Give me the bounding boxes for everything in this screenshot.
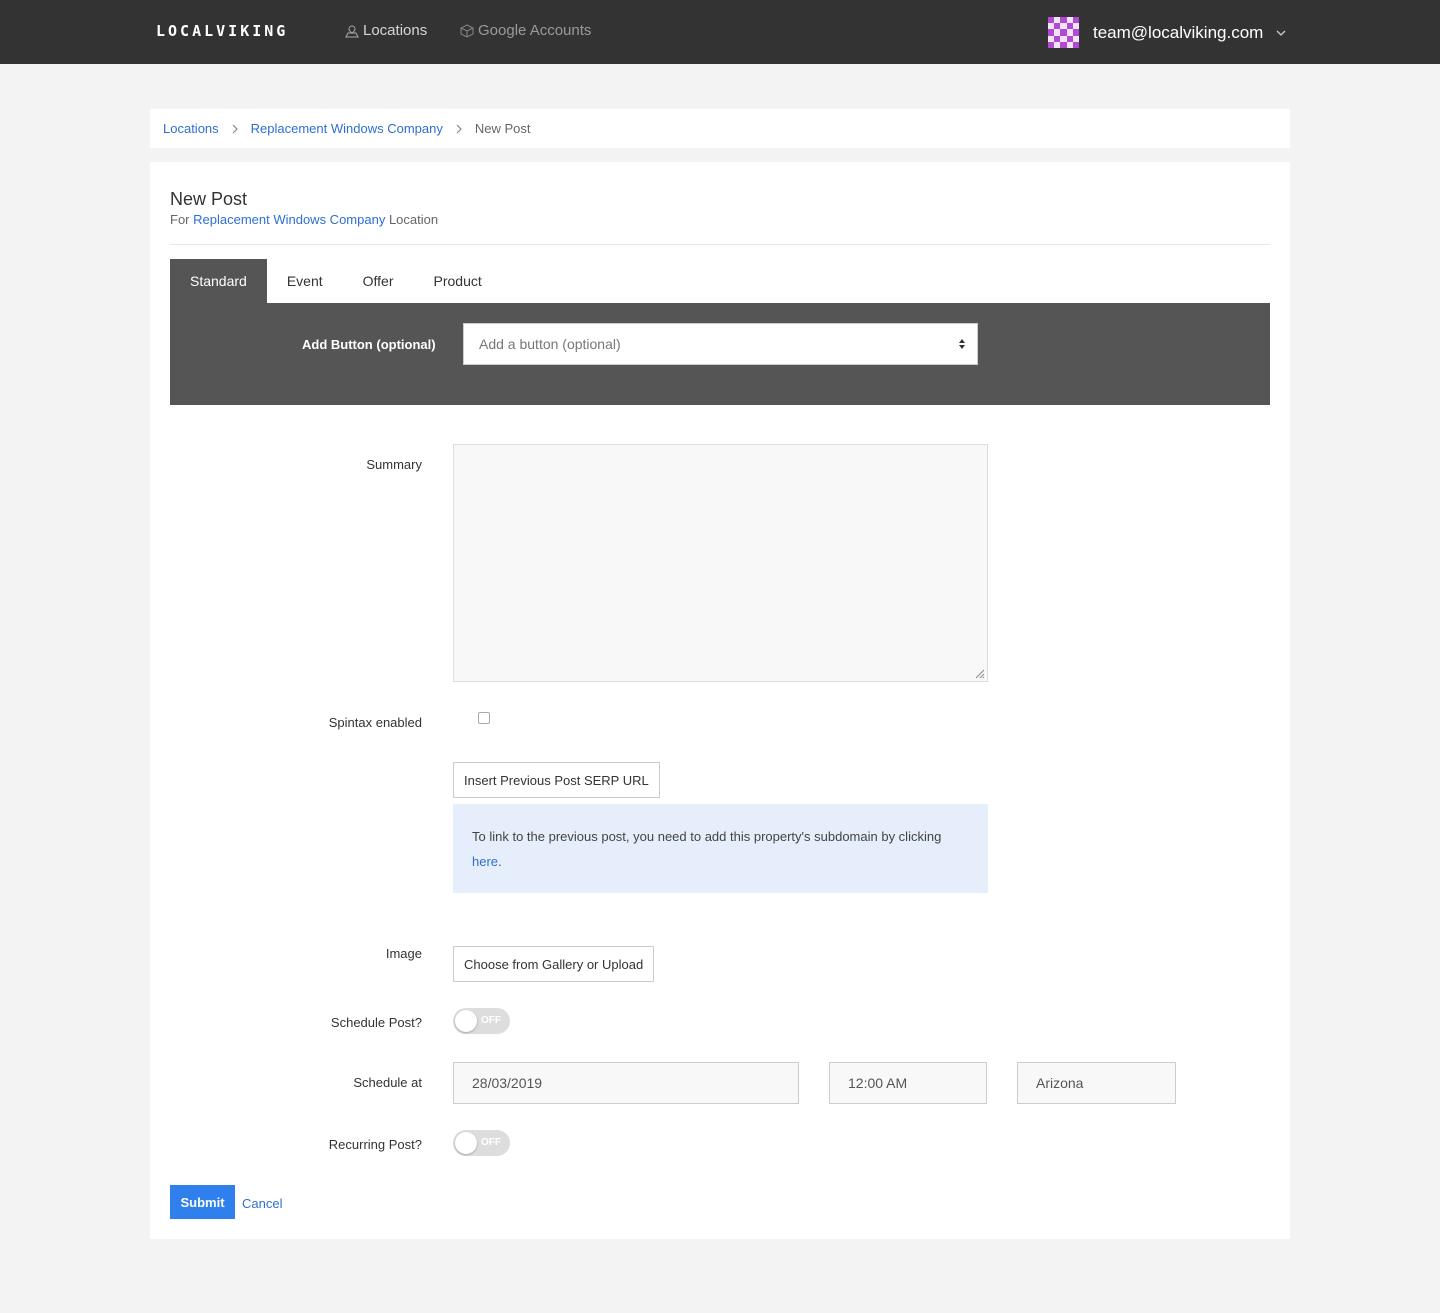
schedule-date-input[interactable]: 28/03/2019 bbox=[453, 1062, 799, 1104]
schedule-timezone-input[interactable]: Arizona bbox=[1017, 1062, 1176, 1104]
tab-offer[interactable]: Offer bbox=[343, 259, 414, 303]
schedule-toggle-text: OFF bbox=[481, 1015, 501, 1026]
choose-gallery-button[interactable]: Choose from Gallery or Upload bbox=[453, 946, 655, 982]
tab-event[interactable]: Event bbox=[267, 259, 343, 303]
recurring-post-toggle[interactable]: OFF bbox=[453, 1130, 510, 1156]
summary-label: Summary bbox=[366, 457, 422, 472]
toggle-knob bbox=[455, 1010, 477, 1032]
new-post-card: New Post For Replacement Windows Company… bbox=[150, 162, 1290, 1239]
location-link[interactable]: Replacement Windows Company bbox=[193, 212, 385, 227]
chevron-down-icon[interactable] bbox=[1275, 27, 1287, 39]
recurring-toggle-text: OFF bbox=[481, 1137, 501, 1148]
page-title: New Post bbox=[170, 189, 248, 209]
cube-icon bbox=[460, 23, 474, 38]
divider bbox=[170, 244, 1270, 245]
summary-textarea[interactable] bbox=[453, 444, 988, 682]
chevron-right-icon bbox=[232, 124, 238, 133]
add-button-label: Add Button (optional) bbox=[302, 337, 436, 352]
insert-serp-url-button[interactable]: Insert Previous Post SERP URL bbox=[453, 762, 660, 798]
nav-locations-link[interactable]: Locations bbox=[345, 22, 427, 39]
subtitle-suffix: Location bbox=[388, 212, 439, 227]
info-text: To link to the previous post, you need t… bbox=[472, 829, 942, 844]
breadcrumb-locations[interactable]: Locations bbox=[163, 121, 219, 136]
tab-product[interactable]: Product bbox=[414, 259, 502, 303]
nav-locations-label: Locations bbox=[363, 22, 428, 39]
cancel-link[interactable]: Cancel bbox=[242, 1196, 282, 1211]
image-label: Image bbox=[385, 946, 422, 961]
add-button-select-value: Add a button (optional) bbox=[479, 336, 621, 352]
resize-handle-icon[interactable] bbox=[973, 667, 985, 679]
recurring-post-label: Recurring Post? bbox=[328, 1137, 422, 1152]
schedule-time-value: 12:00 AM bbox=[848, 1075, 908, 1091]
schedule-time-input[interactable]: 12:00 AM bbox=[829, 1062, 987, 1104]
tab-standard[interactable]: Standard bbox=[170, 259, 267, 303]
spintax-checkbox[interactable] bbox=[478, 712, 490, 724]
add-button-select[interactable]: Add a button (optional) bbox=[463, 323, 978, 365]
chevron-right-icon bbox=[456, 124, 462, 133]
app-logo[interactable]: LOCALVIKING bbox=[156, 22, 288, 40]
breadcrumb-current: New Post bbox=[474, 121, 531, 136]
subtitle-prefix: For bbox=[170, 212, 190, 227]
info-end: . bbox=[498, 854, 502, 869]
submit-button[interactable]: Submit bbox=[170, 1185, 235, 1219]
sort-arrows-icon bbox=[959, 339, 965, 349]
breadcrumb: Locations Replacement Windows Company Ne… bbox=[150, 109, 1290, 148]
schedule-post-label: Schedule Post? bbox=[330, 1015, 422, 1030]
user-email: team@localviking.com bbox=[1093, 22, 1264, 42]
page-subtitle: For Replacement Windows Company Location bbox=[170, 212, 438, 227]
breadcrumb-location-name[interactable]: Replacement Windows Company bbox=[251, 121, 443, 136]
top-nav: LOCALVIKING Locations Google Accounts te… bbox=[0, 0, 1440, 64]
info-here-link[interactable]: here bbox=[472, 854, 498, 869]
nav-google-accounts-link[interactable]: Google Accounts bbox=[460, 22, 591, 39]
user-menu[interactable]: team@localviking.com bbox=[1048, 17, 1287, 48]
map-pin-icon bbox=[345, 24, 359, 37]
schedule-date-value: 28/03/2019 bbox=[472, 1075, 543, 1091]
spintax-label: Spintax enabled bbox=[328, 715, 422, 730]
schedule-timezone-value: Arizona bbox=[1036, 1075, 1084, 1091]
nav-google-accounts-label: Google Accounts bbox=[478, 22, 592, 39]
schedule-at-label: Schedule at bbox=[353, 1075, 422, 1090]
avatar bbox=[1048, 17, 1079, 48]
tab-panel-standard: Add Button (optional) Add a button (opti… bbox=[170, 303, 1270, 405]
toggle-knob bbox=[455, 1132, 477, 1154]
info-alert: To link to the previous post, you need t… bbox=[453, 804, 988, 893]
schedule-post-toggle[interactable]: OFF bbox=[453, 1008, 510, 1034]
post-type-tabs: Standard Event Offer Product bbox=[170, 259, 502, 303]
